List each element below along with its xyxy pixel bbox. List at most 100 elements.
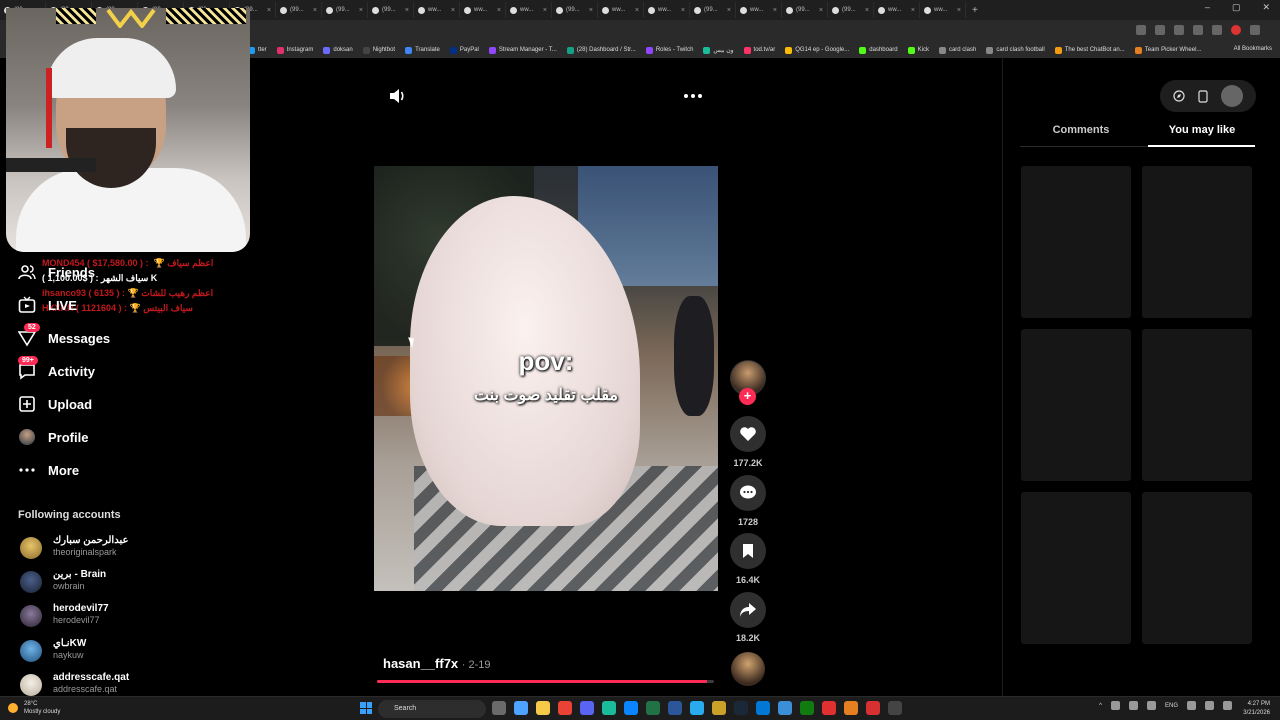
sound-avatar[interactable]: [731, 652, 765, 686]
bookmark-item[interactable]: card clash: [938, 46, 976, 54]
sidebar-item-messages[interactable]: 52 Messages: [18, 323, 218, 350]
bookmark-item[interactable]: PayPal: [449, 46, 479, 54]
bookmark-item[interactable]: tter: [248, 46, 267, 54]
tab-close-icon[interactable]: ×: [681, 7, 685, 14]
bookmark-item[interactable]: Roles - Twitch: [645, 46, 693, 54]
tab-close-icon[interactable]: ×: [589, 7, 593, 14]
tab-close-icon[interactable]: ×: [313, 7, 317, 14]
bookmark-item[interactable]: Instagram: [276, 46, 313, 54]
volume-icon[interactable]: [389, 88, 407, 104]
copilot-icon[interactable]: [514, 701, 528, 715]
file-explorer-icon[interactable]: [536, 701, 550, 715]
sidebar-item-friends[interactable]: Friends: [18, 260, 218, 284]
tab-close-icon[interactable]: ×: [405, 7, 409, 14]
app-icon[interactable]: [888, 701, 902, 715]
browser-tab[interactable]: (99... ×: [782, 2, 828, 18]
tab-close-icon[interactable]: ×: [957, 7, 961, 14]
chrome-icon[interactable]: [558, 701, 572, 715]
star-icon[interactable]: [1174, 25, 1184, 35]
following-account[interactable]: نـايKW naykuw: [20, 638, 220, 664]
app-icon[interactable]: [712, 701, 726, 715]
windows-start-icon[interactable]: [360, 702, 372, 714]
close-window-button[interactable]: ✕: [1262, 2, 1270, 13]
bookmark-item[interactable]: card clash football: [986, 46, 1045, 54]
maximize-button[interactable]: ▢: [1232, 2, 1241, 13]
app-icon[interactable]: [866, 701, 880, 715]
tab-close-icon[interactable]: ×: [819, 7, 823, 14]
taskbar-clock[interactable]: 4:27 PM 3/21/2026: [1243, 700, 1270, 718]
tray-chevron-icon[interactable]: ^: [1099, 703, 1102, 709]
tab-close-icon[interactable]: ×: [727, 7, 731, 14]
more-options-icon[interactable]: [684, 94, 702, 98]
bookmark-item[interactable]: dashboard: [859, 46, 898, 54]
tab-close-icon[interactable]: ×: [267, 7, 271, 14]
browser-tab[interactable]: ww... ×: [644, 2, 690, 18]
app-icon[interactable]: [778, 701, 792, 715]
bookmark-item[interactable]: doksan: [323, 46, 353, 54]
profile-icon[interactable]: [1231, 25, 1241, 35]
app-icon[interactable]: [602, 701, 616, 715]
browser-tab[interactable]: ww... ×: [506, 2, 552, 18]
extensions-icon[interactable]: [1193, 25, 1203, 35]
browser-tab[interactable]: (99... ×: [828, 2, 874, 18]
tab-close-icon[interactable]: ×: [635, 7, 639, 14]
minimize-button[interactable]: –: [1205, 2, 1210, 13]
tab-close-icon[interactable]: ×: [773, 7, 777, 14]
menu-icon[interactable]: [1250, 25, 1260, 35]
browser-tab[interactable]: ww... ×: [460, 2, 506, 18]
bookmark-item[interactable]: Nightbot: [362, 46, 395, 54]
bookmark-item[interactable]: Kick: [907, 46, 929, 54]
speaker-icon[interactable]: [1205, 701, 1214, 710]
video-player[interactable]: pov: مقلب تقليد صوت بنت: [374, 166, 718, 591]
share-button[interactable]: [730, 592, 766, 628]
author-name[interactable]: hasan__ff7x: [383, 656, 458, 671]
browser-tab[interactable]: (99... ×: [276, 2, 322, 18]
phone-icon[interactable]: [1198, 89, 1208, 103]
tab-close-icon[interactable]: ×: [451, 7, 455, 14]
sidebar-item-upload[interactable]: Upload: [18, 392, 218, 416]
xbox-icon[interactable]: [800, 701, 814, 715]
sidebar-icon[interactable]: [1212, 25, 1222, 35]
compass-icon[interactable]: [1173, 90, 1185, 102]
browser-tab[interactable]: ww... ×: [598, 2, 644, 18]
edge-icon[interactable]: [624, 701, 638, 715]
bookmark-item[interactable]: (28) Dashboard / Str...: [566, 46, 636, 54]
telegram-icon[interactable]: [690, 701, 704, 715]
tray-app-icon[interactable]: [1110, 701, 1120, 710]
tab-close-icon[interactable]: ×: [911, 7, 915, 14]
bookmark-item[interactable]: QG14 ep - Google...: [785, 46, 849, 54]
recommendation-card[interactable]: [1142, 329, 1252, 481]
browser-tab[interactable]: ww... ×: [736, 2, 782, 18]
tab-comments[interactable]: Comments: [1022, 124, 1140, 136]
all-bookmarks-button[interactable]: All Bookmarks: [1234, 46, 1272, 52]
browser-tab[interactable]: (99... ×: [690, 2, 736, 18]
wifi-icon[interactable]: [1187, 701, 1196, 710]
browser-tab[interactable]: ww... ×: [414, 2, 460, 18]
tab-close-icon[interactable]: ×: [543, 7, 547, 14]
taskbar-search[interactable]: Search: [378, 700, 486, 718]
bookmark-item[interactable]: Team Picker Wheel...: [1134, 46, 1201, 54]
sidebar-item-activity[interactable]: 99+ Activity: [18, 356, 218, 383]
tab-close-icon[interactable]: ×: [359, 7, 363, 14]
browser-tab[interactable]: (99... ×: [322, 2, 368, 18]
sidebar-item-more[interactable]: More: [18, 458, 218, 482]
cast-icon[interactable]: [1136, 25, 1146, 35]
following-account[interactable]: عبدالرحمن سبارك theoriginalspark: [20, 535, 220, 561]
following-account[interactable]: برين - Brain owbrain: [20, 569, 220, 595]
browser-tab[interactable]: ww... ×: [874, 2, 920, 18]
steam-icon[interactable]: [734, 701, 748, 715]
recommendation-card[interactable]: [1142, 492, 1252, 644]
user-avatar[interactable]: [1221, 85, 1244, 107]
tray-app-icon[interactable]: [1128, 701, 1138, 710]
bookmark-item[interactable]: Translate: [405, 46, 440, 54]
following-account[interactable]: addresscafe.qat addresscafe.qat: [20, 672, 220, 698]
zoom-icon[interactable]: [1155, 25, 1165, 35]
sidebar-item-live[interactable]: LIVE: [18, 293, 218, 317]
weather-widget[interactable]: 28°C Mostly cloudy: [24, 700, 60, 716]
app-icon[interactable]: [668, 701, 682, 715]
recommendation-card[interactable]: [1021, 166, 1131, 318]
excel-icon[interactable]: [646, 701, 660, 715]
browser-tab[interactable]: ww... ×: [920, 2, 966, 18]
bookmark-item[interactable]: Stream Manager - T...: [488, 46, 557, 54]
following-account[interactable]: herodevil77 herodevil77: [20, 603, 220, 629]
